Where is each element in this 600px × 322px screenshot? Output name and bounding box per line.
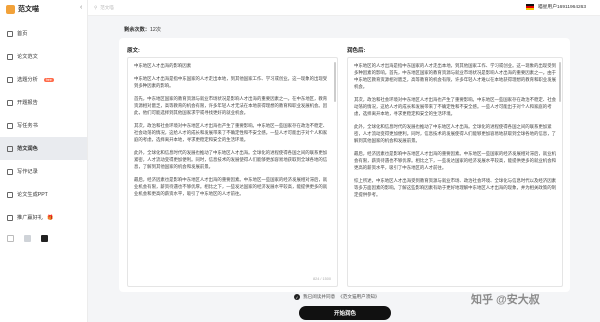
char-count: 824 / 1500: [313, 277, 331, 281]
scrollbar[interactable]: [334, 62, 336, 102]
theme-gray-swatch[interactable]: [24, 235, 31, 242]
app-root: 范文喵 ‹ 首页 论文范文 选题分析 free 开题报告 写任务书 范文润色 写…: [0, 0, 600, 322]
sidebar-item-polish[interactable]: 范文润色: [0, 137, 87, 160]
original-textarea[interactable]: 中东地区人才出海的影响因素 中东地区人才出海是指中东国家的人才走出本地，到其他国…: [127, 57, 338, 287]
sidebar-item-label: 写作记录: [17, 169, 38, 175]
polished-paragraph: 其次，政治和社会环境对中东地区人才出海也产生了重要影响。中东地区一些国家存在政治…: [354, 97, 556, 116]
sidebar-item-label: 推广赢好礼: [17, 215, 43, 221]
theme-switcher: [7, 235, 48, 242]
task-icon: [7, 122, 13, 129]
polished-paragraph: 综上所述，中东地区人才出海受到教育资源与就业市场、政治社会环境、全球化与信息时代…: [354, 178, 556, 197]
main-content: 剩余次数：12次 原文: 润色后: 中东地区人才出海的影响因素 中东地区人才出海…: [88, 16, 600, 322]
search-placeholder: 范文喵: [100, 4, 114, 10]
start-polish-button[interactable]: 开始润色: [299, 306, 391, 320]
polished-label: 润色后:: [347, 48, 366, 54]
original-paragraph: 首先，中东地区国家的教育资源与就业市场状况是影响人才出海的重要因素之一。在中东地…: [134, 96, 328, 115]
original-paragraph: 此外，全球化和信息时代的发展也推动了中东地区人才出海。全球化的进程使得各国之间的…: [134, 150, 328, 169]
polish-icon: [7, 145, 13, 152]
original-paragraph: 中东地区人才出海的影响因素: [134, 63, 192, 68]
polished-paragraph: 中东地区的人才出海是指中东国家的人才走出本地，到其他国家工作、学习或创业。这一现…: [354, 63, 556, 89]
search-icon: ⚲: [94, 4, 98, 10]
sidebar-item-papers[interactable]: 论文范文: [0, 45, 87, 68]
top-bar: ⚲ 范文喵 喵星用户16911964263: [88, 0, 600, 16]
sidebar-item-home[interactable]: 首页: [0, 22, 87, 45]
original-paragraph: 其次，政治和社会环境对中东地区人才出海也产生了重要影响。中东地区一些国家存在政治…: [134, 123, 328, 142]
chevron-left-icon[interactable]: ‹: [80, 4, 82, 11]
sidebar-item-label: 首页: [17, 31, 28, 37]
watermark: 知乎 @安大叔: [471, 294, 540, 306]
polished-paragraph: 最后，经济因素也是影响中东地区人才出海的重要因素。中东地区一些国家的经济发展相对…: [354, 151, 556, 170]
germany-flag-icon: [525, 3, 534, 10]
user-menu[interactable]: 喵星用户16911964263: [525, 3, 586, 10]
terms-link[interactable]: 《范文猫用户须知》: [338, 294, 379, 300]
brand[interactable]: 范文喵: [0, 0, 87, 18]
report-icon: [7, 99, 13, 106]
sidebar-nav: 首页 论文范文 选题分析 free 开题报告 写任务书 范文润色 写作记录 论文…: [0, 18, 87, 229]
gift-icon: [7, 214, 13, 221]
sidebar-item-history[interactable]: 写作记录: [0, 160, 87, 183]
analysis-icon: [7, 76, 13, 83]
polished-paragraph: 此外，全球化和信息时代的发展也推动了中东地区人才出海。全球化的进程使得各国之间的…: [354, 124, 556, 143]
theme-light-swatch[interactable]: [7, 235, 14, 242]
gift-badge-icon: 🎁: [46, 214, 54, 221]
user-name: 喵星用户16911964263: [537, 5, 586, 10]
remaining-count-value: 12次: [149, 27, 161, 33]
agree-prefix: 我已阅读并同意: [303, 294, 336, 299]
theme-dark-swatch[interactable]: [41, 235, 48, 242]
free-badge: free: [43, 77, 54, 82]
history-icon: [7, 168, 13, 175]
home-icon: [7, 30, 13, 37]
sidebar-item-ppt[interactable]: 论文生成PPT: [0, 183, 87, 206]
sidebar-item-topic-analysis[interactable]: 选题分析 free: [0, 68, 87, 91]
sidebar-item-proposal[interactable]: 开题报告: [0, 91, 87, 114]
sidebar-item-label: 选题分析: [17, 77, 38, 83]
cat-logo-icon: [6, 4, 15, 14]
original-paragraph: 最后，经济因素也是影响中东地区人才出海的重要因素。中东地区一些国家的经济发展相对…: [134, 177, 328, 196]
sidebar-item-label: 写任务书: [17, 123, 38, 129]
sidebar-item-label: 论文生成PPT: [17, 192, 48, 198]
ppt-icon: [7, 191, 13, 198]
search-bar[interactable]: ⚲ 范文喵: [94, 3, 214, 12]
sidebar-item-label: 论文范文: [17, 54, 38, 60]
scrollbar[interactable]: [559, 62, 561, 102]
polish-card: 原文: 润色后: 中东地区人才出海的影响因素 中东地区人才出海是指中东国家的人才…: [119, 38, 570, 292]
sidebar: 范文喵 ‹ 首页 论文范文 选题分析 free 开题报告 写任务书 范文润色 写…: [0, 0, 88, 322]
original-paragraph: 中东地区人才出海是指中东国家的人才走出本地，到其他国家工作、学习或创业。这一现象…: [134, 76, 328, 88]
remaining-count-label: 剩余次数：: [124, 27, 150, 33]
sidebar-item-referral[interactable]: 推广赢好礼 🎁: [0, 206, 87, 229]
sidebar-item-assignment[interactable]: 写任务书: [0, 114, 87, 137]
sidebar-item-label: 开题报告: [17, 100, 38, 106]
polished-output: 中东地区的人才出海是指中东国家的人才走出本地，到其他国家工作、学习或创业。这一现…: [347, 57, 563, 287]
sidebar-item-label: 范文润色: [17, 146, 38, 152]
agreement-row[interactable]: ✓ 我已阅读并同意 《范文猫用户须知》: [294, 294, 380, 300]
original-label: 原文:: [127, 48, 140, 54]
remaining-count: 剩余次数：12次: [124, 26, 161, 33]
document-icon: [7, 53, 13, 60]
agree-checkbox[interactable]: ✓: [294, 294, 300, 300]
brand-name: 范文喵: [18, 6, 39, 13]
